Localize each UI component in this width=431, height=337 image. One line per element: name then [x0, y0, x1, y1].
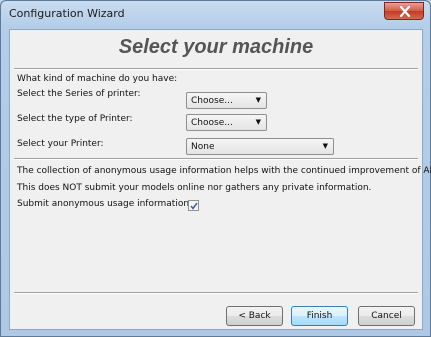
configuration-wizard-window: Configuration Wizard Select your machine…	[0, 0, 431, 337]
series-label: Select the Series of printer:	[17, 89, 141, 99]
machine-question-label: What kind of machine do you have:	[17, 74, 178, 84]
chevron-down-icon: ▼	[255, 118, 261, 126]
finish-button[interactable]: Finish	[291, 306, 348, 326]
close-button[interactable]	[384, 2, 424, 20]
series-select[interactable]: Choose... ▼	[186, 92, 267, 109]
printer-label: Select your Printer:	[17, 139, 104, 149]
wizard-content: Select your machine What kind of machine…	[9, 29, 431, 330]
page-title: Select your machine	[118, 36, 314, 58]
type-select-value: Choose...	[191, 118, 233, 128]
chevron-down-icon: ▼	[255, 96, 261, 104]
usage-info-text-2: This does NOT submit your models online …	[17, 183, 372, 193]
window-title: Configuration Wizard	[9, 7, 125, 20]
printer-select-value: None	[191, 142, 215, 152]
submit-usage-checkbox[interactable]	[188, 200, 199, 211]
close-icon	[399, 6, 411, 17]
printer-select[interactable]: None ▼	[186, 138, 334, 155]
title-bar[interactable]: Configuration Wizard	[1, 1, 430, 29]
checkmark-icon	[190, 202, 198, 210]
cancel-button[interactable]: Cancel	[358, 306, 415, 326]
divider	[14, 68, 418, 70]
type-label: Select the type of Printer:	[17, 114, 133, 124]
divider	[14, 292, 418, 294]
usage-info-text-1: The collection of anonymous usage inform…	[17, 166, 431, 176]
chevron-down-icon: ▼	[322, 142, 328, 150]
back-button[interactable]: < Back	[226, 306, 283, 326]
type-select[interactable]: Choose... ▼	[186, 114, 267, 131]
submit-usage-label: Submit anonymous usage information:	[17, 199, 193, 209]
series-select-value: Choose...	[191, 96, 233, 106]
divider	[14, 158, 418, 160]
